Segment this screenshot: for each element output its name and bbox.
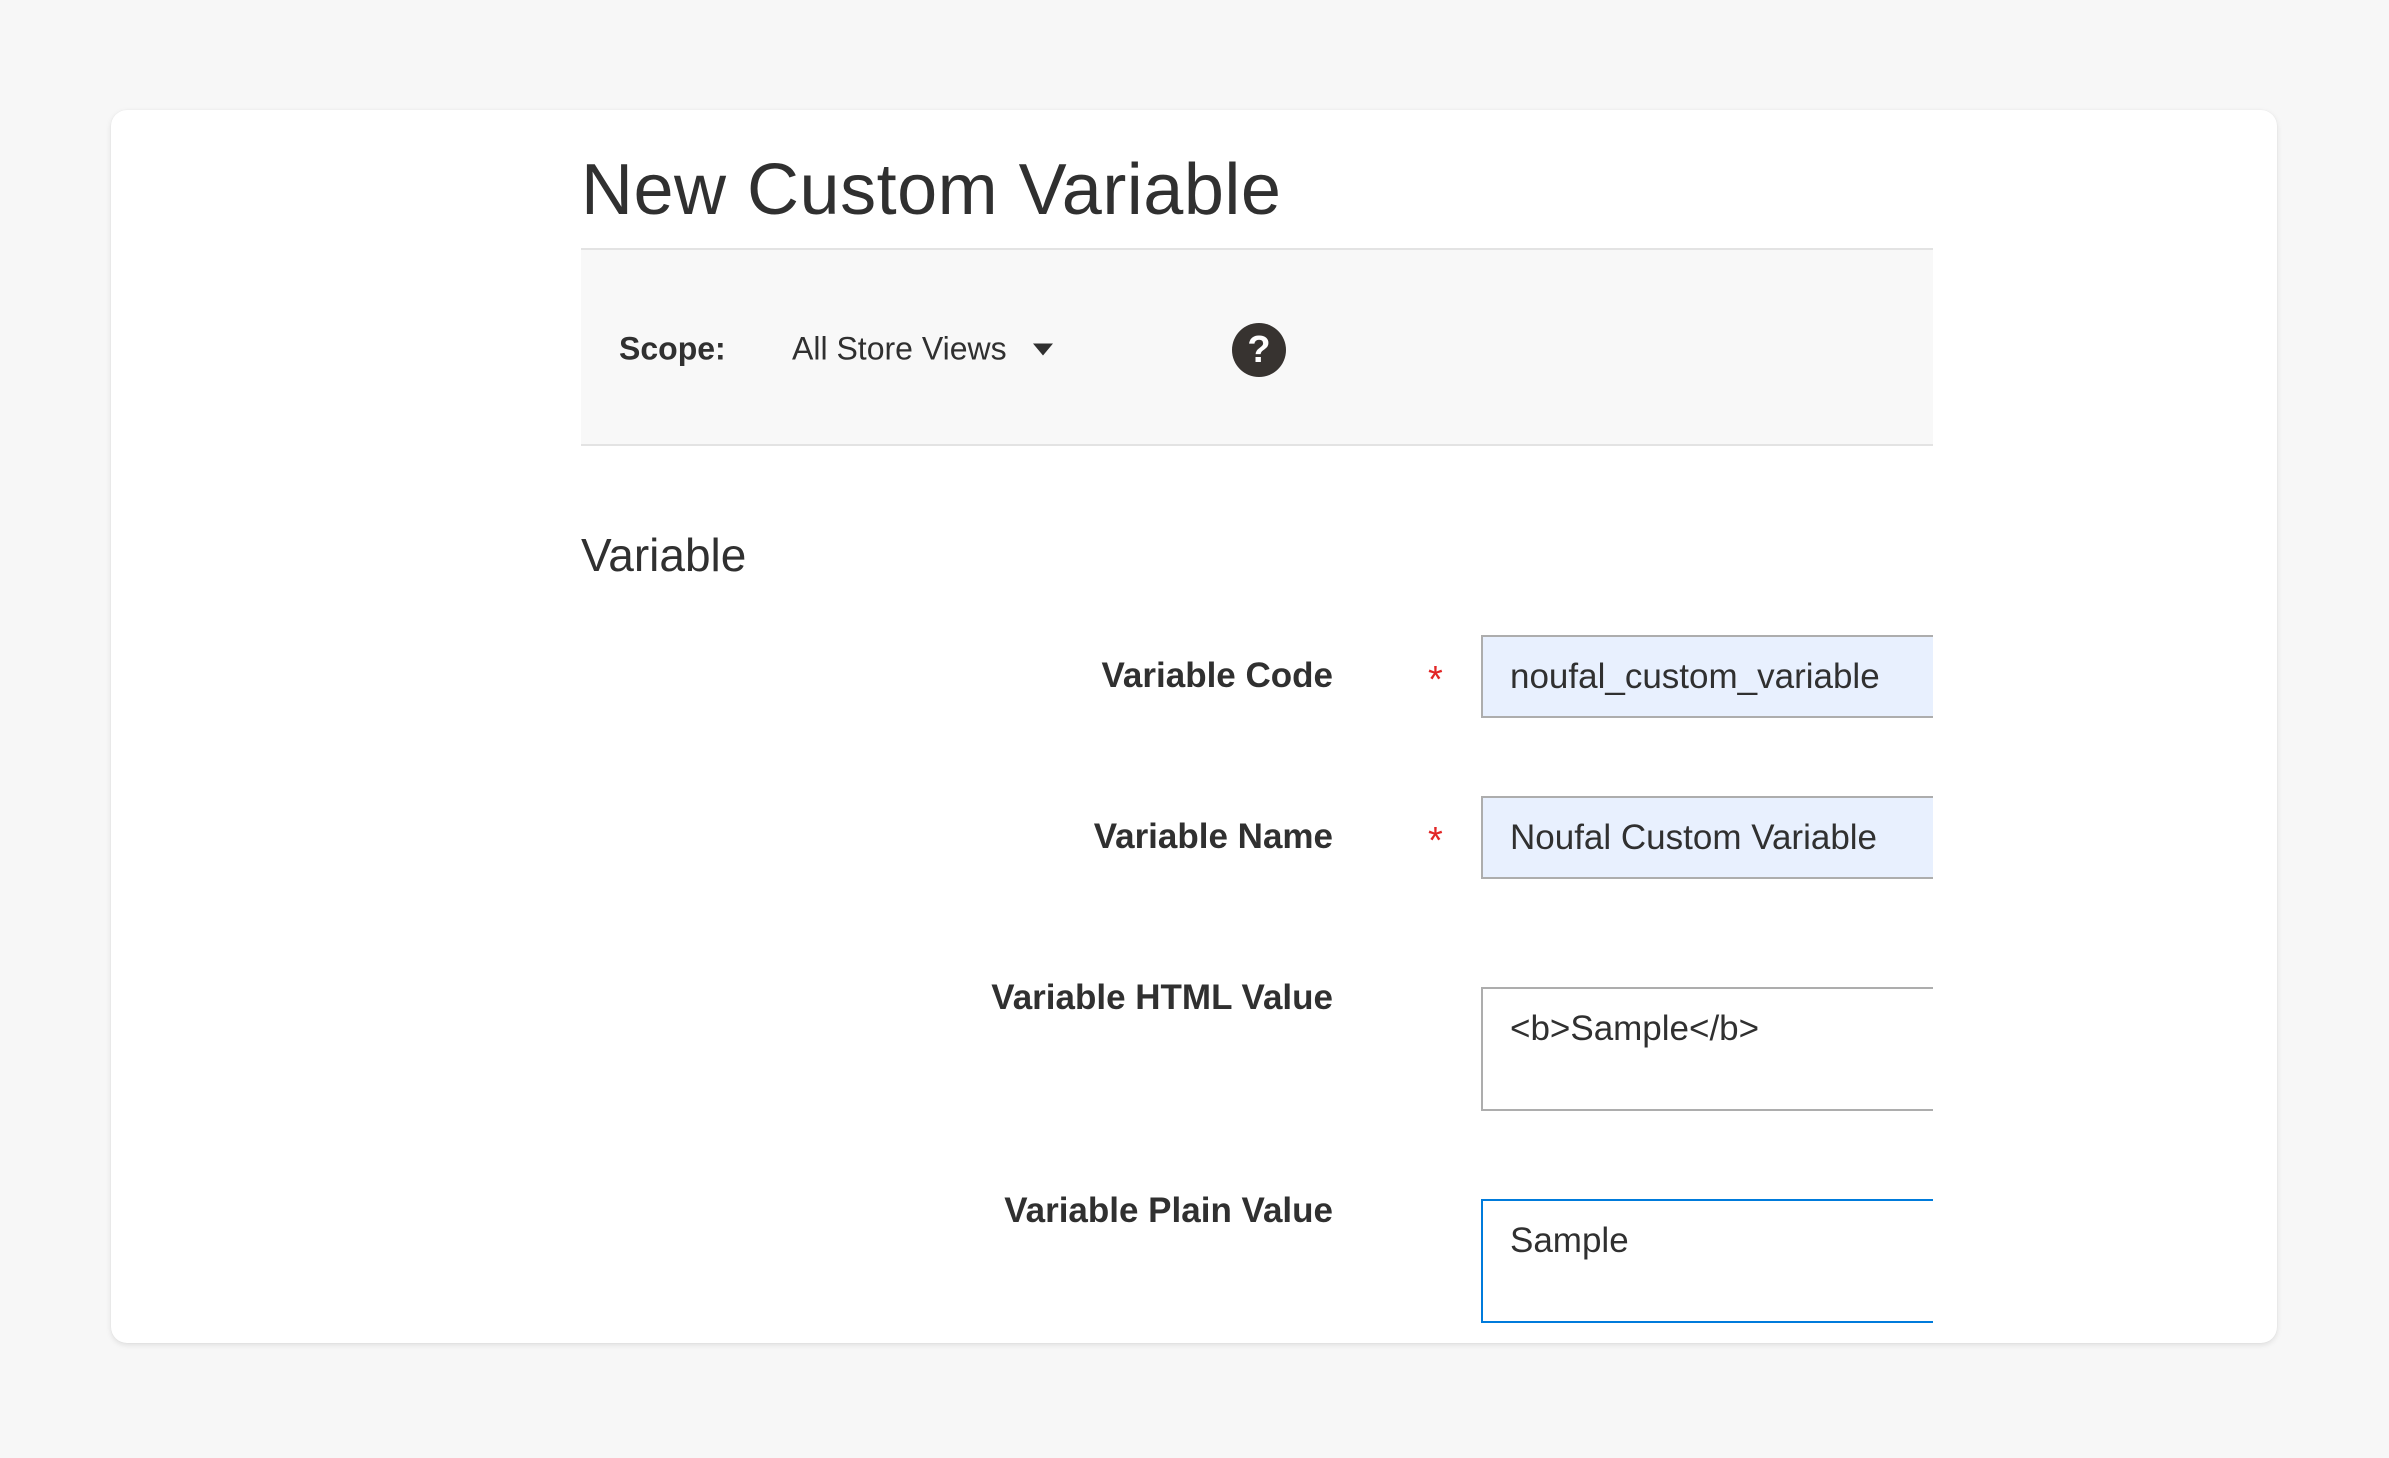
help-icon[interactable]: ?: [1232, 323, 1286, 377]
scope-dropdown[interactable]: All Store Views: [792, 331, 1053, 368]
required-asterisk-icon: *: [1428, 820, 1443, 862]
scope-selected-value: All Store Views: [792, 330, 1007, 367]
caret-down-icon: [1032, 343, 1053, 355]
section-title: Variable: [581, 529, 747, 581]
form-card: New Custom Variable Scope: All Store Vie…: [111, 110, 2277, 1343]
required-asterisk-icon: *: [1428, 659, 1443, 701]
form-viewport: New Custom Variable Scope: All Store Vie…: [581, 110, 1933, 1343]
scope-bar: Scope: All Store Views ?: [581, 248, 1933, 446]
variable-name-input[interactable]: [1481, 796, 1933, 879]
variable-name-label: Variable Name: [1093, 817, 1333, 856]
scope-label: Scope:: [619, 330, 726, 367]
variable-code-label: Variable Code: [1101, 656, 1333, 695]
page-title: New Custom Variable: [581, 150, 1282, 230]
variable-code-input[interactable]: [1481, 635, 1933, 718]
variable-html-value-textarea[interactable]: <b>Sample</b>: [1481, 987, 1933, 1111]
variable-plain-value-textarea[interactable]: Sample: [1481, 1199, 1933, 1323]
variable-plain-value-label: Variable Plain Value: [1004, 1191, 1333, 1230]
variable-html-value-label: Variable HTML Value: [991, 978, 1333, 1017]
